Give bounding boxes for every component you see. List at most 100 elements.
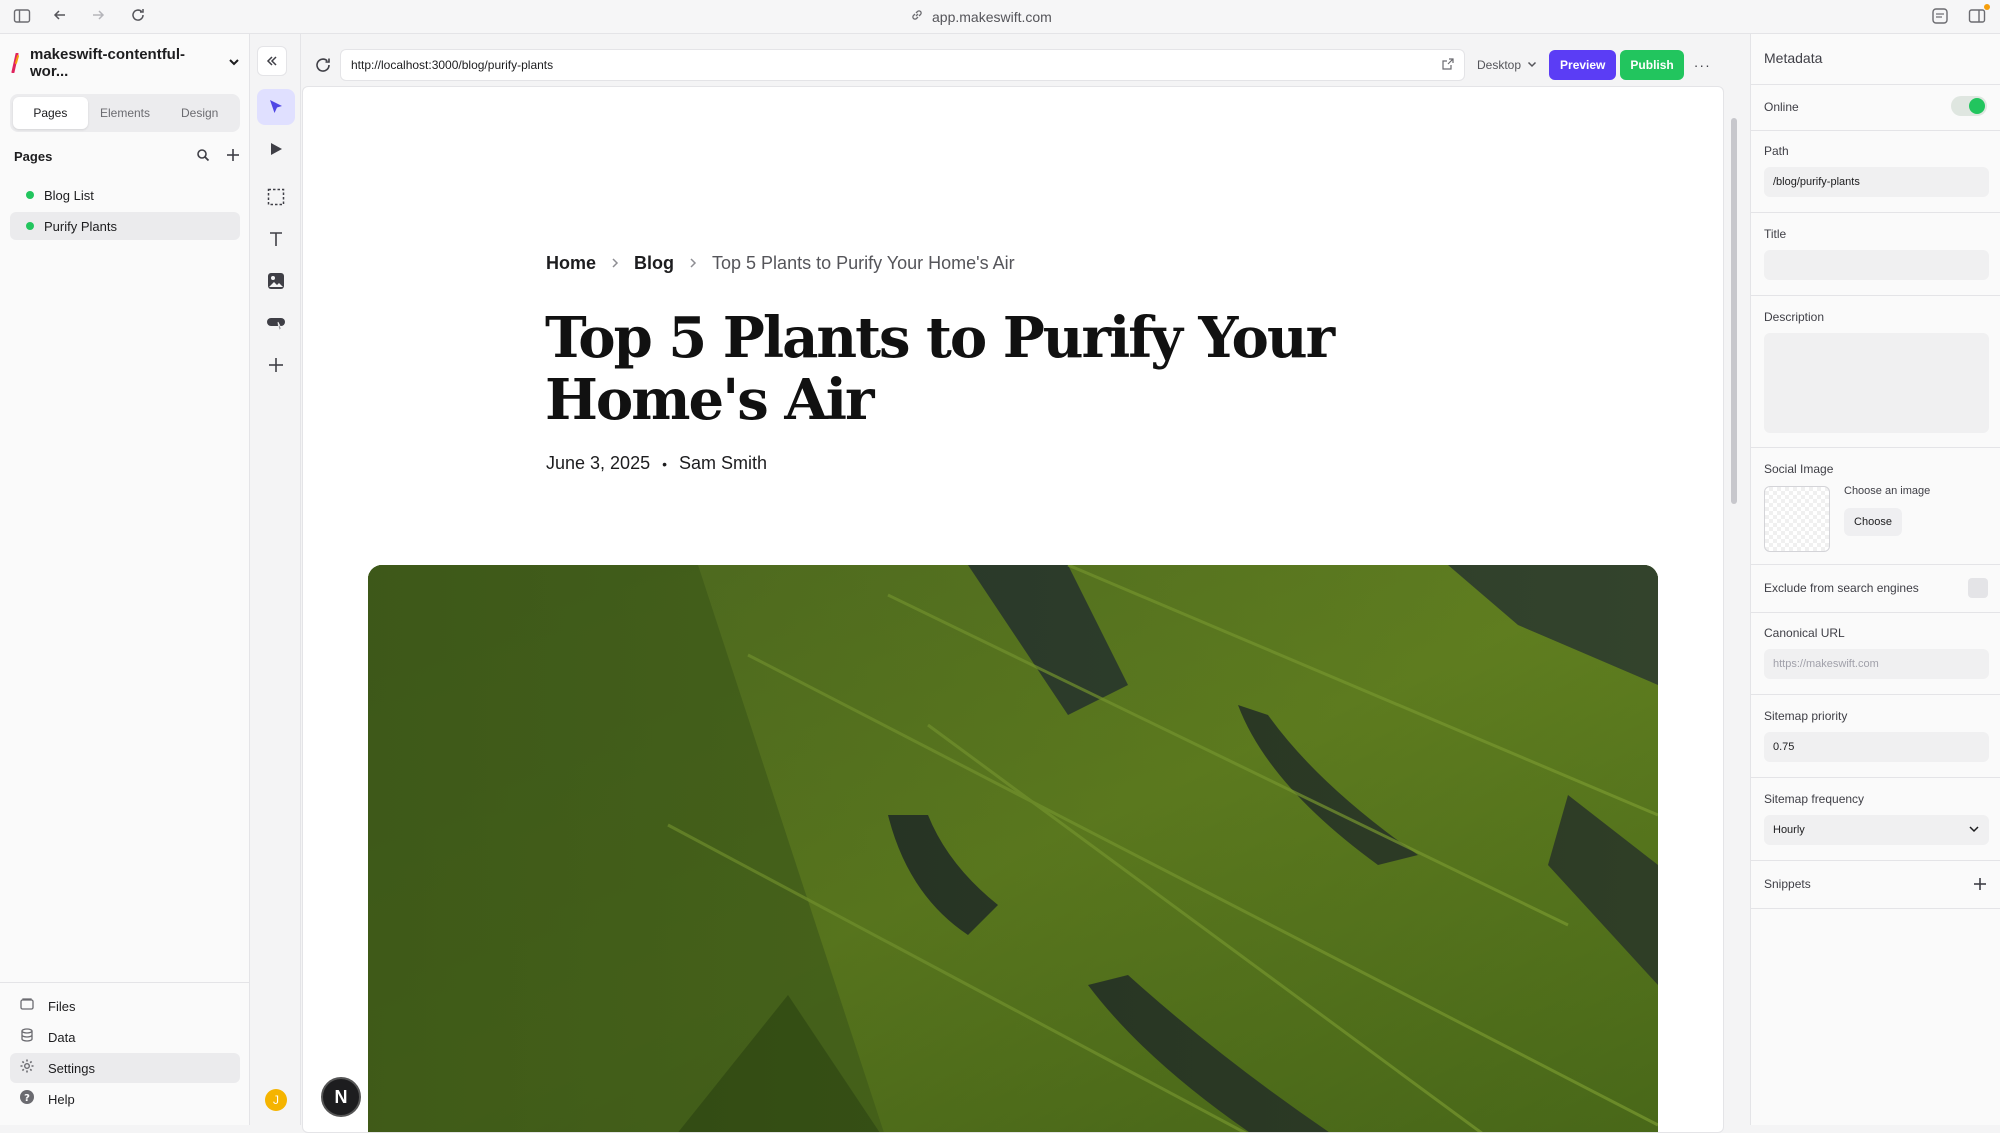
online-label: Online xyxy=(1764,100,1799,114)
canvas-toolbar: http://localhost:3000/blog/purify-plants… xyxy=(302,44,1724,86)
panel-divider xyxy=(1751,447,2000,448)
social-image-placeholder[interactable] xyxy=(1764,486,1830,552)
panel-divider xyxy=(1751,212,2000,213)
nav-help[interactable]: ? Help xyxy=(10,1084,240,1114)
sitemap-priority-input[interactable]: 0.75 xyxy=(1764,732,1989,762)
project-switcher[interactable]: makeswift-contentful-wor... xyxy=(10,46,240,80)
back-arrow-icon[interactable] xyxy=(50,7,70,27)
split-view-icon[interactable] xyxy=(1967,4,1990,27)
nav-data-label: Data xyxy=(48,1029,76,1045)
preview-url-text: http://localhost:3000/blog/purify-plants xyxy=(351,58,554,72)
reader-icon[interactable] xyxy=(1930,7,1950,27)
page-item-label: Purify Plants xyxy=(44,218,117,234)
makeswift-logo-icon xyxy=(10,52,20,74)
sitemap-frequency-label: Sitemap frequency xyxy=(1764,792,1865,806)
browser-toolbar: app.makeswift.com xyxy=(0,0,2000,34)
breadcrumb-home[interactable]: Home xyxy=(546,253,596,274)
refresh-icon[interactable] xyxy=(306,48,340,82)
address-bar[interactable]: app.makeswift.com xyxy=(910,8,1052,25)
files-icon xyxy=(18,996,36,1016)
social-image-label: Social Image xyxy=(1764,462,1834,476)
box-tool-icon[interactable] xyxy=(257,179,295,215)
more-options-icon[interactable]: ··· xyxy=(1694,57,1711,73)
add-element-icon[interactable] xyxy=(257,347,295,383)
panel-divider xyxy=(1751,908,2000,909)
breadcrumb-blog[interactable]: Blog xyxy=(634,253,674,274)
panel-divider xyxy=(1751,694,2000,695)
nav-data[interactable]: Data xyxy=(10,1022,240,1052)
exclude-checkbox[interactable] xyxy=(1968,578,1988,598)
pages-heading: Pages xyxy=(14,148,53,164)
user-avatar[interactable]: J xyxy=(265,1089,287,1111)
sidebar-toggle-icon[interactable] xyxy=(12,7,32,27)
chevron-down-icon xyxy=(1527,58,1537,72)
forward-arrow-icon[interactable] xyxy=(88,7,108,27)
choose-image-button[interactable]: Choose xyxy=(1844,508,1902,536)
canonical-url-label: Canonical URL xyxy=(1764,626,1845,640)
page-item-blog-list[interactable]: Blog List xyxy=(10,181,240,209)
title-input[interactable] xyxy=(1764,250,1989,280)
tool-rail: J xyxy=(251,34,301,1125)
article-meta: June 3, 2025 • Sam Smith xyxy=(546,453,767,474)
toggle-knob xyxy=(1969,98,1985,114)
panel-divider xyxy=(1751,777,2000,778)
nav-settings[interactable]: Settings xyxy=(10,1053,240,1083)
publish-button[interactable]: Publish xyxy=(1620,50,1684,80)
canvas-scrollbar[interactable] xyxy=(1731,118,1737,504)
sitemap-priority-label: Sitemap priority xyxy=(1764,709,1848,723)
description-textarea[interactable] xyxy=(1764,333,1989,433)
device-select[interactable]: Desktop xyxy=(1477,58,1537,72)
sitemap-frequency-value: Hourly xyxy=(1773,824,1805,836)
exclude-label: Exclude from search engines xyxy=(1764,581,1919,595)
chevron-right-icon xyxy=(610,256,620,272)
open-external-icon[interactable] xyxy=(1442,57,1454,73)
preview-button[interactable]: Preview xyxy=(1549,50,1617,80)
button-tool-icon[interactable] xyxy=(257,305,295,341)
online-toggle[interactable] xyxy=(1951,96,1987,116)
metadata-panel: Metadata Online Path /blog/purify-plants… xyxy=(1750,34,2000,1125)
preview-url-input[interactable]: http://localhost:3000/blog/purify-plants xyxy=(340,49,1465,81)
choose-image-text: Choose an image xyxy=(1844,485,1931,497)
nextjs-badge[interactable]: N xyxy=(321,1077,361,1117)
add-snippet-icon[interactable] xyxy=(1973,877,1987,896)
page-preview[interactable]: Home Blog Top 5 Plants to Purify Your Ho… xyxy=(302,86,1724,1133)
tab-elements[interactable]: Elements xyxy=(88,97,163,129)
panel-divider xyxy=(1751,612,2000,613)
add-page-icon[interactable] xyxy=(226,148,240,165)
tab-design[interactable]: Design xyxy=(162,97,237,129)
breadcrumb-current: Top 5 Plants to Purify Your Home's Air xyxy=(712,253,1015,273)
chevron-right-icon xyxy=(688,256,698,272)
canonical-url-input[interactable]: https://makeswift.com xyxy=(1764,649,1989,679)
link-icon xyxy=(910,8,924,25)
panel-divider xyxy=(1751,84,2000,85)
text-tool-icon[interactable] xyxy=(257,221,295,257)
hero-image xyxy=(368,565,1658,1132)
title-label: Title xyxy=(1764,227,1787,241)
description-label: Description xyxy=(1764,310,1825,324)
sidebar-divider xyxy=(0,982,250,983)
panel-title: Metadata xyxy=(1764,50,1823,66)
image-tool-icon[interactable] xyxy=(257,263,295,299)
nav-help-label: Help xyxy=(48,1091,75,1107)
tab-pages[interactable]: Pages xyxy=(13,97,88,129)
project-name: makeswift-contentful-wor... xyxy=(30,46,186,80)
page-item-label: Blog List xyxy=(44,187,94,203)
panel-divider xyxy=(1751,564,2000,565)
sitemap-frequency-select[interactable]: Hourly xyxy=(1764,815,1989,845)
article-date: June 3, 2025 xyxy=(546,453,651,473)
path-input[interactable]: /blog/purify-plants xyxy=(1764,167,1989,197)
article-title: Top 5 Plants to Purify Your Home's Air xyxy=(545,305,1335,433)
help-icon: ? xyxy=(18,1089,36,1109)
page-item-purify-plants[interactable]: Purify Plants xyxy=(10,212,240,240)
nav-files-label: Files xyxy=(48,998,76,1014)
meta-separator: • xyxy=(662,455,667,472)
canvas-area: http://localhost:3000/blog/purify-plants… xyxy=(302,34,1750,1133)
reload-icon[interactable] xyxy=(128,7,148,27)
panel-divider xyxy=(1751,130,2000,131)
select-tool-icon[interactable] xyxy=(257,89,295,125)
device-label: Desktop xyxy=(1477,58,1522,72)
collapse-sidebar-icon[interactable] xyxy=(257,46,287,76)
search-icon[interactable] xyxy=(196,148,210,165)
play-icon[interactable] xyxy=(257,131,295,167)
nav-files[interactable]: Files xyxy=(10,991,240,1021)
